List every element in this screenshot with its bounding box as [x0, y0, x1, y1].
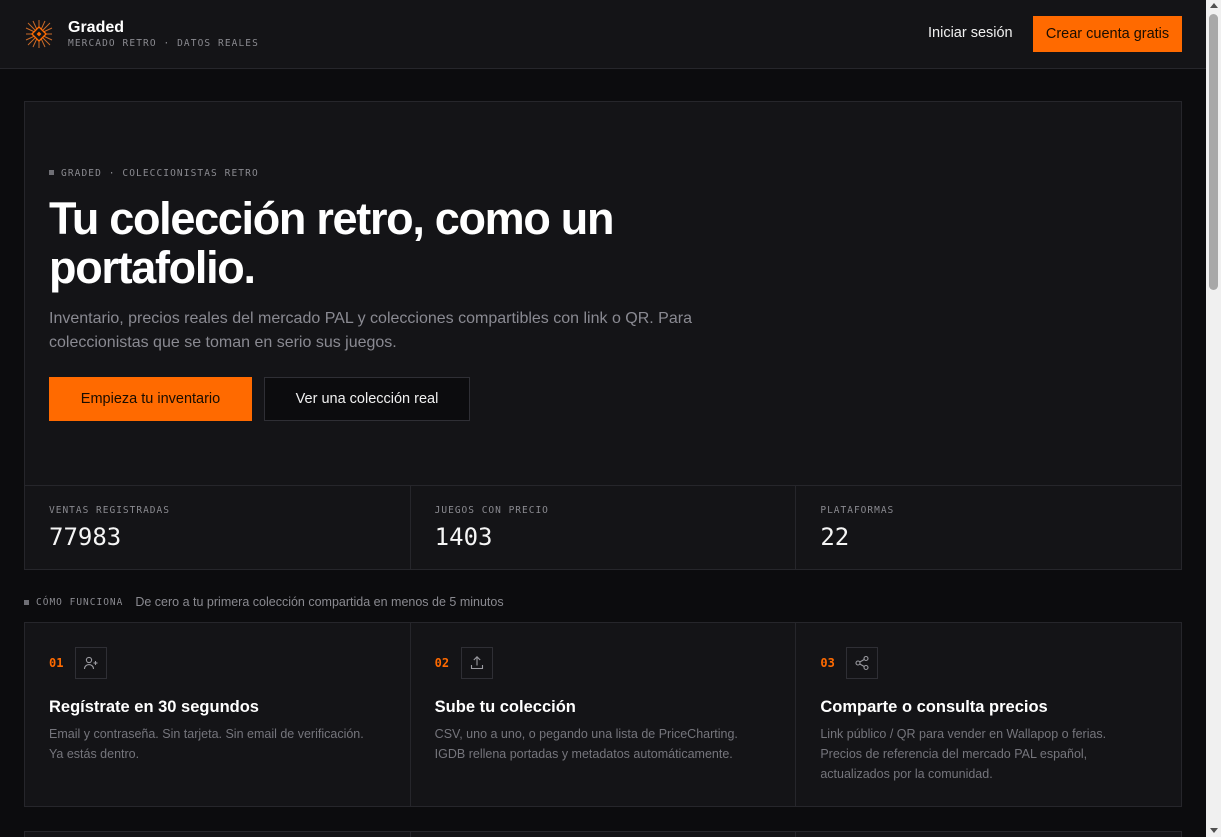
stats-row: VENTAS REGISTRADAS 77983 JUEGOS CON PREC… [25, 485, 1181, 569]
bullet-square-icon [49, 170, 54, 175]
login-link[interactable]: Iniciar sesión [928, 25, 1013, 41]
step-number: 02 [434, 656, 450, 670]
stat-value: 77983 [49, 523, 122, 551]
step-description: Link público / QR para vender en Wallapo… [820, 727, 1107, 781]
stat-games: JUEGOS CON PRECIO 1403 [411, 486, 797, 569]
step-card: 02 Sube tu colección CSV, uno a uno, o p… [411, 623, 797, 806]
step-title: Regístrate en 30 segundos [49, 698, 259, 716]
step-number: 01 [49, 656, 64, 670]
stat-label: VENTAS REGISTRADAS [49, 505, 170, 516]
step-title: Sube tu colección [434, 698, 576, 716]
signup-button[interactable]: Crear cuenta gratis [1033, 16, 1182, 52]
view-collection-button[interactable]: Ver una colección real [264, 377, 470, 421]
step-card: 03 Comparte o consulta precios Link públ… [796, 623, 1181, 806]
stat-value: 1403 [434, 523, 493, 551]
brand-name: Graded [68, 19, 125, 36]
hero-description: Inventario, precios reales del mercado P… [49, 310, 692, 351]
scroll-up-arrow-icon[interactable] [1209, 3, 1218, 8]
start-inventory-button[interactable]: Empieza tu inventario [49, 377, 252, 421]
bullet-square-icon [24, 599, 29, 605]
starburst-logo-icon [25, 20, 53, 48]
how-it-works-subtitle: De cero a tu primera colección compartid… [135, 595, 504, 609]
stat-value: 22 [820, 523, 850, 551]
page-scrollbar[interactable] [1206, 0, 1221, 837]
step-description: Email y contraseña. Sin tarjeta. Sin ema… [49, 727, 364, 761]
steps-grid: 01 Regístrate en 30 segundos Email y con… [24, 622, 1182, 807]
hero-section: GRADED · COLECCIONISTAS RETRO Tu colecci… [24, 101, 1182, 570]
brand-tagline: MERCADO RETRO · DATOS REALES [68, 38, 259, 49]
top-navbar: Graded MERCADO RETRO · DATOS REALES Inic… [0, 0, 1206, 69]
step-card: 01 Regístrate en 30 segundos Email y con… [25, 623, 411, 806]
scrollbar-thumb[interactable] [1209, 14, 1218, 290]
stat-platforms: PLATAFORMAS 22 [796, 486, 1181, 569]
next-section-edge [24, 831, 1182, 837]
stat-label: JUEGOS CON PRECIO [434, 505, 549, 516]
hero-title: Tu colección retro, como un portafolio. [49, 194, 749, 292]
stat-sales: VENTAS REGISTRADAS 77983 [25, 486, 411, 569]
hero-title-line1: Tu colección retro, como un [49, 193, 614, 244]
how-it-works-label: CÓMO FUNCIONA [36, 596, 124, 608]
how-it-works-header: CÓMO FUNCIONA De cero a tu primera colec… [24, 595, 504, 609]
scroll-down-arrow-icon[interactable] [1209, 828, 1218, 833]
user-plus-icon [75, 647, 107, 679]
upload-icon [460, 647, 493, 679]
step-number: 03 [820, 656, 835, 670]
hero-eyebrow-text: GRADED · COLECCIONISTAS RETRO [61, 168, 259, 179]
hero-title-line2: portafolio. [49, 242, 256, 293]
share-icon [846, 647, 879, 679]
step-description: CSV, uno a uno, o pegando una lista de P… [434, 727, 738, 761]
stat-label: PLATAFORMAS [820, 505, 895, 516]
step-title: Comparte o consulta precios [820, 698, 1048, 716]
hero-eyebrow: GRADED · COLECCIONISTAS RETRO [49, 168, 259, 179]
